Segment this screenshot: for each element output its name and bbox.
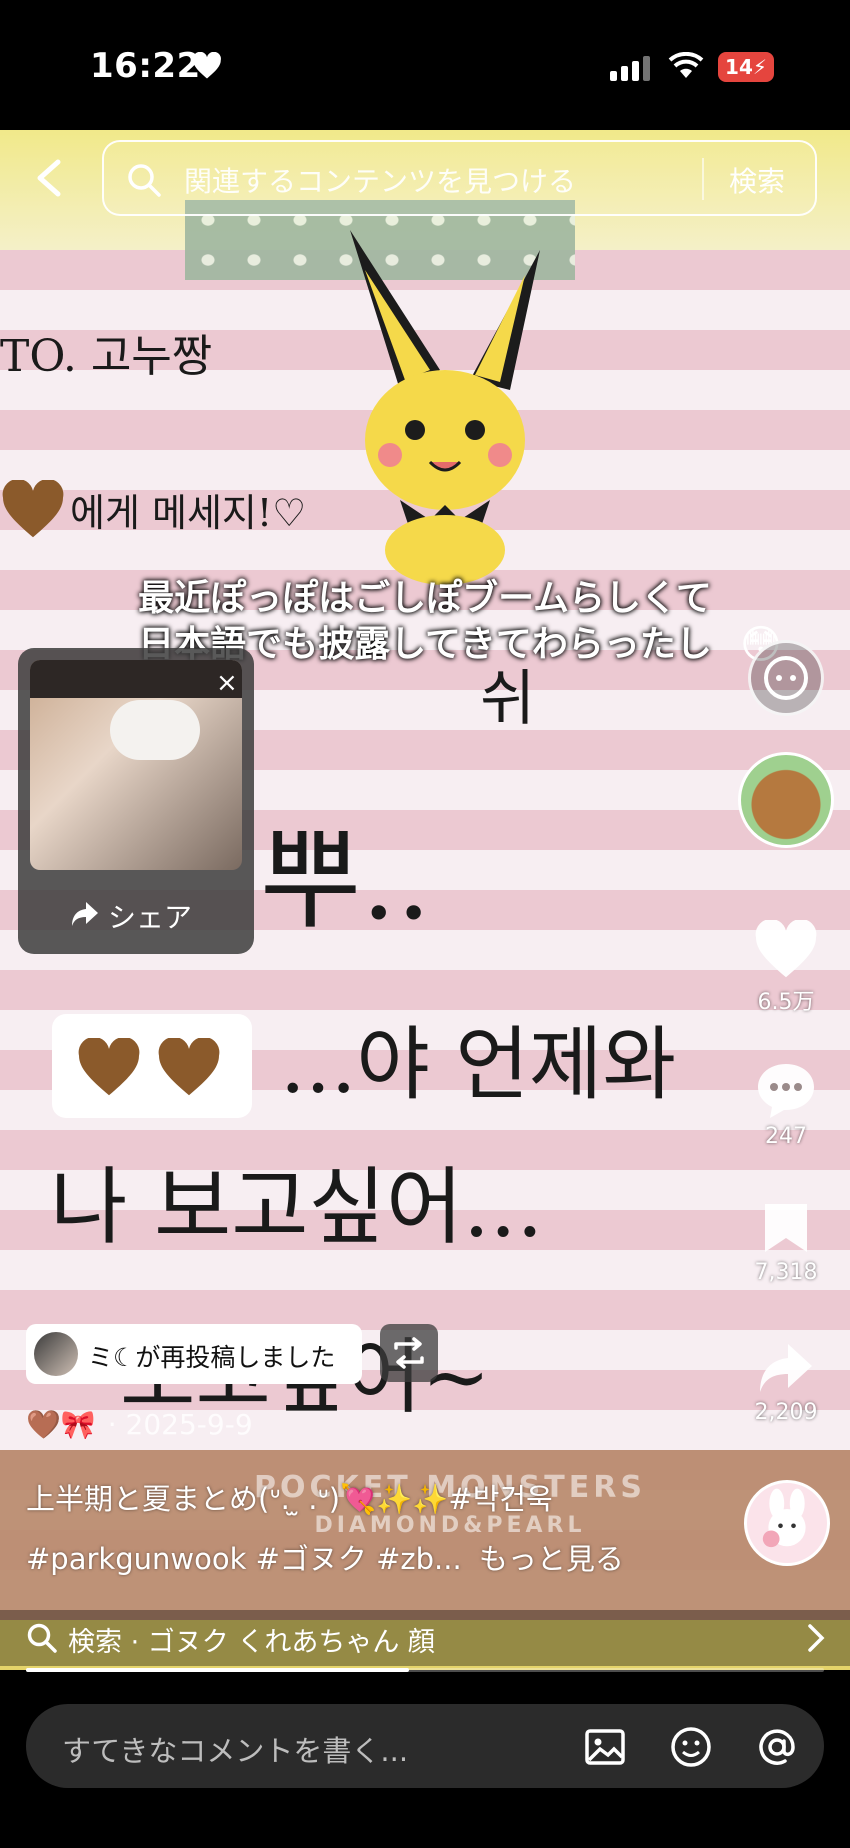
search-suggestion[interactable]: 検索 · ゴヌク くれあちゃん 顔 [0, 1610, 850, 1666]
battery-indicator: 14 ⚡ [718, 52, 774, 82]
status-time: 16:22 [90, 46, 201, 86]
handwriting-line-2: 뿌.. [260, 816, 432, 944]
comment-placeholder[interactable]: すてきなコメントを書く... [62, 1728, 408, 1770]
heart-sticker [52, 1014, 252, 1118]
post-meta: 🤎🎀 · 2025-9-9 [26, 1408, 253, 1441]
reposter-avatar[interactable] [34, 1332, 78, 1376]
pichu-illustration [350, 230, 540, 585]
heart-icon [193, 52, 221, 79]
search-bar[interactable]: 関連するコンテンツを見つける 検索 [102, 140, 817, 216]
post-date: · 2025-9-9 [107, 1408, 253, 1441]
search-input[interactable]: 関連するコンテンツを見つける [184, 160, 576, 200]
hair [30, 660, 242, 698]
bunny-icon [762, 1488, 806, 1548]
share-count: 2,209 [754, 1400, 818, 1425]
message-circle-icon[interactable] [748, 640, 824, 716]
handwriting-line-3: ...야 언제와 [280, 1018, 677, 1111]
video-thumbnail[interactable] [30, 660, 242, 870]
image-icon[interactable] [582, 1724, 628, 1770]
emoji-icon[interactable] [668, 1724, 714, 1770]
bookmark-icon [765, 1204, 807, 1252]
bookmark-count: 7,318 [754, 1260, 818, 1285]
comment-button[interactable]: 247 [740, 1060, 832, 1149]
brown-heart-icon [158, 1038, 220, 1096]
meta-emojis: 🤎🎀 [26, 1408, 96, 1441]
comment-input[interactable]: すてきなコメントを書く... [26, 1704, 824, 1788]
repost-text: ミ☾が再投稿しました [88, 1343, 336, 1372]
like-button[interactable]: 6.5万 [740, 920, 832, 1016]
suggestion-text[interactable]: 検索 · ゴヌク くれあちゃん 顔 [68, 1620, 435, 1659]
share-preview-card[interactable]: × シェア [18, 648, 254, 954]
cellular-signal-icon [610, 56, 650, 81]
like-count: 6.5万 [757, 990, 815, 1015]
hashtags[interactable]: #parkgunwook #ゴヌク #zb... [26, 1542, 462, 1576]
search-button[interactable]: 検索 [729, 160, 785, 200]
sound-avatar[interactable] [744, 1480, 830, 1566]
search-icon [27, 1623, 57, 1653]
battery-level: 14 [725, 55, 753, 79]
repost-label[interactable]: ミ☾が再投稿しました [26, 1324, 362, 1384]
comment-bar: すてきなコメントを書く... [0, 1672, 850, 1848]
caption-line-1: 最近ぽっぽはごしぽブームらしくて [138, 578, 712, 619]
handwriting-line-4: 나 보고싶어... [50, 1158, 544, 1256]
heart-icon [755, 920, 817, 978]
description-line-1[interactable]: 上半期と夏まとめ(ᐡ. ̫ .ᐡ)💘✨✨#박건욱 [26, 1476, 553, 1518]
description-line-2[interactable]: #parkgunwook #ゴヌク #zb... もっと見る [26, 1536, 624, 1578]
search-divider [702, 158, 704, 200]
search-icon [128, 164, 161, 197]
mention-icon[interactable] [754, 1724, 800, 1770]
handwriting-message: 에게 메세지!♡ [70, 491, 307, 535]
chevron-right-icon[interactable] [806, 1622, 826, 1654]
handwriting-to: TO. 고누짱 [0, 331, 213, 382]
back-arrow-icon[interactable] [30, 156, 70, 200]
share-arrow-icon [72, 902, 98, 926]
more-link[interactable]: もっと見る [479, 1542, 624, 1576]
chat-bubble-icon [764, 656, 808, 700]
repost-button[interactable] [380, 1324, 438, 1382]
brown-heart-icon [78, 1038, 140, 1096]
comment-icon [758, 1064, 814, 1118]
comment-count: 247 [765, 1124, 807, 1149]
share-button[interactable]: 2,209 [740, 1340, 832, 1425]
wifi-icon [668, 52, 704, 78]
brown-heart-icon [2, 480, 64, 538]
creator-avatar[interactable] [738, 752, 834, 848]
share-icon [760, 1344, 812, 1392]
close-icon[interactable]: × [216, 668, 238, 698]
eye-patch [110, 700, 200, 760]
repost-icon [394, 1337, 424, 1369]
status-bar: 16:22 14 ⚡ [0, 0, 850, 130]
share-label[interactable]: シェア [108, 896, 192, 936]
bookmark-button[interactable]: 7,318 [740, 1200, 832, 1285]
